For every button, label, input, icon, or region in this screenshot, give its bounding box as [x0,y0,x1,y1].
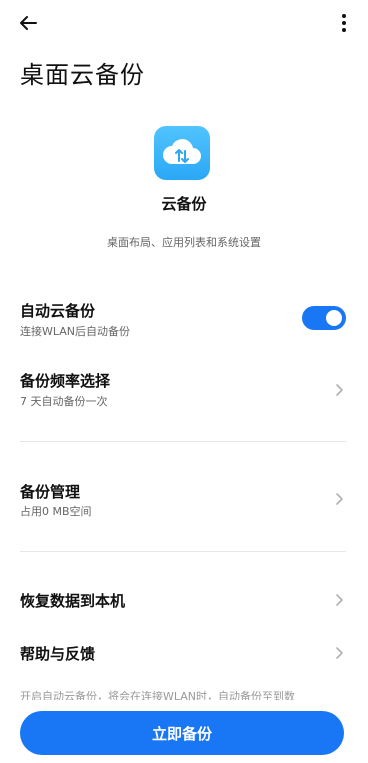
divider [20,551,346,552]
backup-now-label: 立即备份 [151,725,212,743]
page-title: 桌面云备份 [20,61,145,89]
footnote-text: 开启自动云备份，将会在连接WLAN时，自动备份至到数 [20,690,296,700]
divider [20,441,346,442]
setting-subtitle: 7 天自动备份一次 [20,395,108,408]
setting-title: 备份频率选择 [20,372,111,390]
app-name: 云备份 [161,195,207,213]
setting-backup-frequency[interactable]: 备份频率选择 7 天自动备份一次 [0,364,368,414]
setting-backup-management[interactable]: 备份管理 占用0 MB空间 [0,475,368,525]
setting-subtitle: 占用0 MB空间 [20,505,92,518]
chevron-right-icon [334,645,344,659]
setting-title: 帮助与反馈 [20,645,96,663]
auto-backup-toggle[interactable] [302,306,346,330]
chevron-right-icon [334,382,344,396]
setting-restore-data[interactable]: 恢复数据到本机 [0,584,368,616]
app-description: 桌面布局、应用列表和系统设置 [107,236,261,249]
backup-now-button[interactable]: 立即备份 [20,711,344,755]
back-arrow-icon[interactable] [16,11,40,35]
more-options-icon[interactable] [340,12,348,34]
chevron-right-icon [334,491,344,505]
toggle-knob [326,310,342,326]
chevron-right-icon [334,592,344,606]
top-bar [0,0,368,48]
setting-help-feedback[interactable]: 帮助与反馈 [0,637,368,669]
setting-title: 自动云备份 [20,302,96,320]
cloud-sync-icon [154,126,210,180]
setting-title: 备份管理 [20,483,81,501]
setting-subtitle: 连接WLAN后自动备份 [20,325,131,338]
setting-title: 恢复数据到本机 [20,592,126,610]
